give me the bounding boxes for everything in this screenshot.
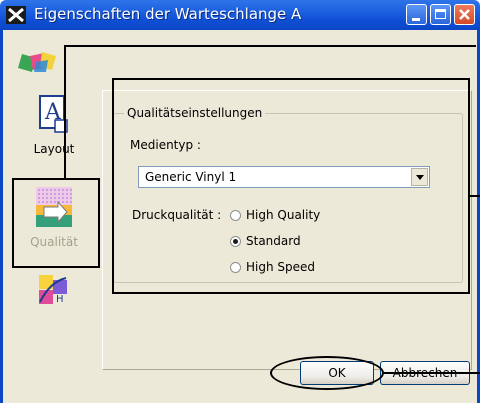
callout-line-left (64, 45, 66, 180)
svg-text:H: H (56, 294, 64, 305)
app-icon (6, 6, 26, 24)
maximize-button[interactable] (430, 4, 451, 25)
color-adjust-icon: H (39, 275, 67, 305)
nav-label-layout: Layout (33, 142, 75, 156)
selected-nav-highlight (12, 178, 100, 268)
maximize-icon (435, 9, 446, 19)
callout-ok-oval (270, 356, 384, 390)
minimize-button[interactable] (406, 4, 427, 25)
title-bar[interactable]: Eigenschaften der Warteschlange A (0, 0, 480, 30)
window-title: Eigenschaften der Warteschlange A (34, 5, 302, 23)
app-logo-icon (18, 52, 56, 72)
callout-line-ok (384, 372, 480, 374)
close-button[interactable] (454, 4, 475, 25)
close-icon (459, 9, 470, 20)
nav-item-color-adjust[interactable]: H (10, 272, 98, 314)
callout-panel-frame (112, 78, 470, 294)
nav-item-layout[interactable]: A Layout (10, 94, 98, 156)
callout-line-top (64, 45, 476, 47)
callout-line-right (470, 195, 480, 197)
minimize-icon (412, 18, 420, 21)
